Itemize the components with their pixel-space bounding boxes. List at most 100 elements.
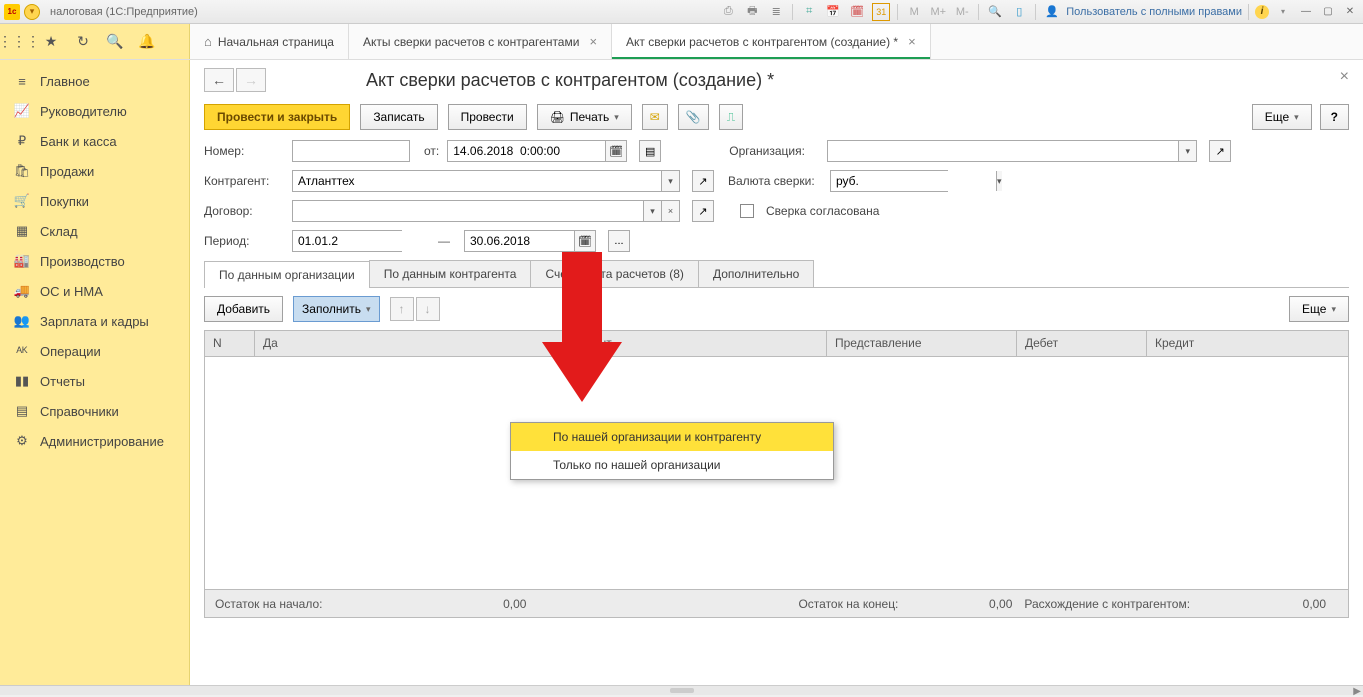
bottom-scrollbar[interactable]: ▶ [0,685,1363,695]
print-button[interactable]: 🖨Печать▾ [537,104,632,130]
m-icon[interactable]: M [905,3,923,21]
history-icon[interactable]: ↻ [74,33,92,51]
dropdown-icon[interactable]: ▾ [661,171,679,191]
help-button[interactable]: ? [1320,104,1349,130]
m-minus-icon[interactable]: M- [953,3,971,21]
attach-button[interactable]: 📎 [678,104,709,130]
dropdown-icon[interactable]: ▾ [643,201,661,221]
open-button[interactable]: ↗ [692,200,714,222]
star-icon[interactable]: ★ [42,33,60,51]
move-down-button[interactable]: ↓ [416,297,440,321]
sidebar-item-warehouse[interactable]: ▦Склад [0,216,189,246]
more-button[interactable]: Еще▾ [1252,104,1312,130]
contract-field[interactable]: ▾ × [292,200,680,222]
add-button[interactable]: Добавить [204,296,283,322]
sidebar-item-main[interactable]: ≡Главное [0,66,189,96]
cal2-icon[interactable]: 🗓 [848,3,866,21]
sidebar-item-salary[interactable]: 👥Зарплата и кадры [0,306,189,336]
fill-option-both[interactable]: По нашей организации и контрагенту [511,423,833,451]
bell-icon[interactable]: 🔔 [138,33,156,51]
currency-field[interactable]: ▾ [830,170,948,192]
period-from-field[interactable]: 🗓 [292,230,424,252]
period-to-field[interactable]: 🗓 [464,230,596,252]
org-field[interactable]: ▾ [827,140,1197,162]
minimize-button[interactable]: — [1297,4,1315,20]
info-caret[interactable]: ▾ [1274,3,1292,21]
org-input[interactable] [828,141,1178,161]
agreed-checkbox[interactable] [740,204,754,218]
tab-home[interactable]: ⌂ Начальная страница [190,24,349,59]
cal1-icon[interactable]: 📅 [824,3,842,21]
period-from-input[interactable] [292,230,402,252]
col-repr[interactable]: Представление [827,331,1017,356]
email-button[interactable]: ✉ [642,104,668,130]
open-button[interactable]: ↗ [1209,140,1231,162]
col-debit[interactable]: Дебет [1017,331,1147,356]
apps-icon[interactable]: ⋮⋮⋮ [10,33,28,51]
move-up-button[interactable]: ↑ [390,297,414,321]
col-credit[interactable]: Кредит [1147,331,1348,356]
sidebar-item-purchases[interactable]: 🛒Покупки [0,186,189,216]
close-icon[interactable]: × [908,34,916,49]
forward-button[interactable]: → [236,68,266,92]
print-icon[interactable]: ⎙ [719,3,737,21]
period-picker-button[interactable]: ... [608,230,630,252]
sidebar-item-assets[interactable]: 🚚ОС и НМА [0,276,189,306]
more-inner-button[interactable]: Еще▾ [1289,296,1349,322]
close-icon[interactable]: × [589,34,597,49]
col-n[interactable]: N [205,331,255,356]
tab-org-data[interactable]: По данным организации [204,261,370,288]
save-icon[interactable]: 🖶 [743,3,761,21]
tab-additional[interactable]: Дополнительно [698,260,814,287]
contract-input[interactable] [293,201,643,221]
cal3-icon[interactable]: 31 [872,3,890,21]
tab-contr-data[interactable]: По данным контрагента [369,260,532,287]
maximize-button[interactable]: ▢ [1319,4,1337,20]
sidebar-item-sales[interactable]: 🛍Продажи [0,156,189,186]
date-input[interactable] [447,140,605,162]
ext-button[interactable]: ▤ [639,140,661,162]
zoom-icon[interactable]: 🔍 [986,3,1004,21]
sidebar-item-manager[interactable]: 📈Руководителю [0,96,189,126]
dropdown-icon[interactable]: ▾ [996,171,1002,191]
sidebar-item-production[interactable]: 🏭Производство [0,246,189,276]
post-button[interactable]: Провести [448,104,527,130]
calc-icon[interactable]: ⌗ [800,3,818,21]
fill-button[interactable]: Заполнить▾ [293,296,379,322]
calendar-icon[interactable]: 🗓 [574,230,596,252]
period-to-input[interactable] [464,230,574,252]
save-button[interactable]: Записать [360,104,437,130]
submit-close-button[interactable]: Провести и закрыть [204,104,350,130]
currency-input[interactable] [831,171,996,191]
compare-icon[interactable]: ≣ [767,3,785,21]
contractor-input[interactable] [293,171,661,191]
user-label[interactable]: Пользователь с полными правами [1066,6,1242,18]
info-icon[interactable]: i [1255,5,1269,19]
m-plus-icon[interactable]: M+ [929,3,947,21]
sidebar-item-reports[interactable]: ▮▮Отчеты [0,366,189,396]
close-page-button[interactable]: × [1340,68,1349,86]
clear-icon[interactable]: × [661,201,679,221]
dropdown-icon[interactable]: ▾ [1178,141,1196,161]
dropdown-main-icon[interactable]: ▾ [24,4,40,20]
open-button[interactable]: ↗ [692,170,714,192]
back-button[interactable]: ← [204,68,234,92]
search-icon[interactable]: 🔍 [106,33,124,51]
tab-accounts[interactable]: Счета учета расчетов (8) [530,260,698,287]
date-field[interactable]: 🗓 [447,140,627,162]
contractor-field[interactable]: ▾ [292,170,680,192]
sidebar-item-admin[interactable]: ⚙Администрирование [0,426,189,456]
tab-acts-list[interactable]: Акты сверки расчетов с контрагентами × [349,24,612,59]
sidebar-item-bank[interactable]: ₽Банк и касса [0,126,189,156]
panel-icon[interactable]: ▯ [1010,3,1028,21]
sidebar-item-refs[interactable]: ▤Справочники [0,396,189,426]
fill-option-org-only[interactable]: Только по нашей организации [511,451,833,479]
col-doc[interactable]: ент [585,331,827,356]
close-button[interactable]: ✕ [1341,4,1359,20]
calendar-icon[interactable]: 🗓 [605,140,627,162]
tab-act-create[interactable]: Акт сверки расчетов с контрагентом (созд… [612,24,931,59]
scroll-right-icon[interactable]: ▶ [1353,686,1361,697]
sidebar-item-operations[interactable]: ᴬᴷОперации [0,336,189,366]
struct-button[interactable]: ⎍ [719,104,743,130]
col-date[interactable]: Да [255,331,585,356]
